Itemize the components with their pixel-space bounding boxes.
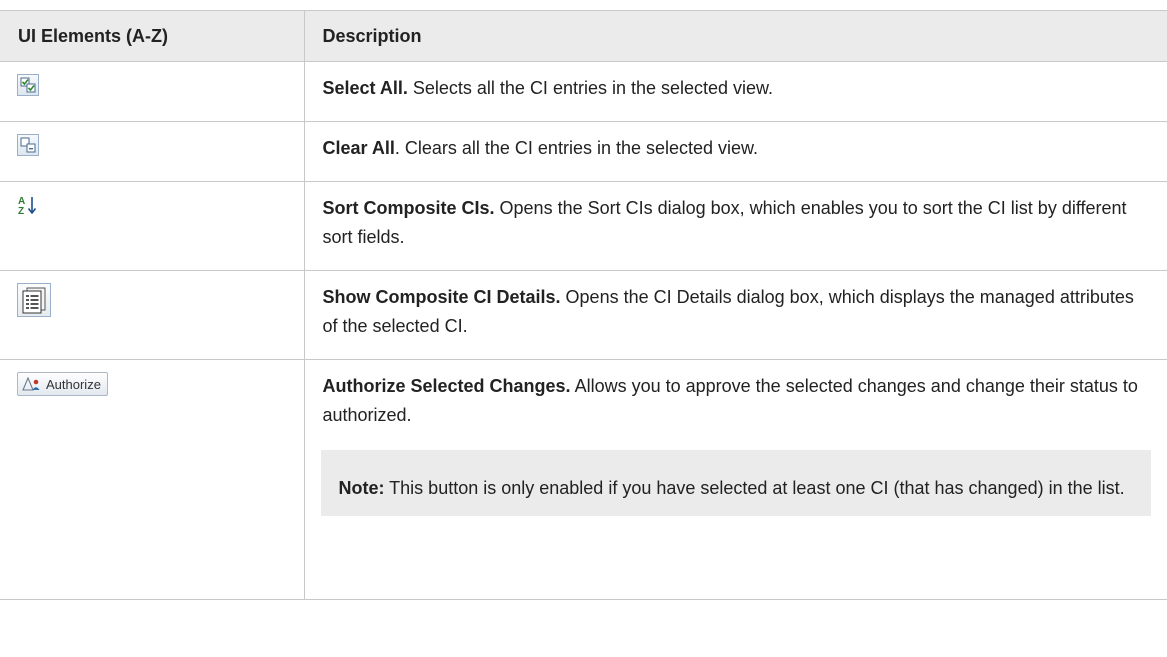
- icon-cell: [0, 61, 305, 122]
- note-text: This button is only enabled if you have …: [384, 478, 1125, 498]
- icon-cell: Authorize: [0, 359, 305, 600]
- description-cell: Authorize Selected Changes. Allows you t…: [303, 359, 1167, 600]
- description-cell: Select All. Selects all the CI entries i…: [303, 61, 1167, 122]
- icon-cell: [0, 270, 305, 360]
- table-header-row: UI Elements (A-Z) Description: [0, 10, 1167, 62]
- table-row: A Z Sort Composite CIs. Opens the Sort C…: [0, 181, 1167, 271]
- note-label: Note:: [338, 478, 385, 498]
- term-label: Sort Composite CIs.: [322, 198, 495, 218]
- term-label: Clear All: [322, 138, 395, 158]
- description-text: . Clears all the CI entries in the selec…: [394, 138, 759, 158]
- sort-az-icon: A Z: [17, 194, 39, 225]
- column-header-ui-elements: UI Elements (A-Z): [0, 10, 305, 62]
- ui-elements-table: UI Elements (A-Z) Description Select All…: [0, 10, 1167, 600]
- column-header-description: Description: [303, 10, 1167, 62]
- authorize-icon: [22, 376, 46, 392]
- icon-cell: A Z: [0, 181, 305, 271]
- authorize-label: Authorize: [46, 376, 101, 392]
- description-text: Selects all the CI entries in the select…: [407, 78, 774, 98]
- term-label: Authorize Selected Changes.: [322, 376, 571, 396]
- term-label: Select All.: [322, 78, 408, 98]
- table-row: Show Composite CI Details. Opens the CI …: [0, 270, 1167, 360]
- description-cell: Sort Composite CIs. Opens the Sort CIs d…: [303, 181, 1167, 271]
- table-row: Select All. Selects all the CI entries i…: [0, 61, 1167, 122]
- table-row: Authorize Authorize Selected Changes. Al…: [0, 359, 1167, 600]
- clear-all-icon: [17, 134, 39, 156]
- table-row: Clear All. Clears all the CI entries in …: [0, 121, 1167, 182]
- icon-cell: [0, 121, 305, 182]
- note-box: Note: This button is only enabled if you…: [320, 450, 1151, 516]
- term-label: Show Composite CI Details.: [322, 287, 561, 307]
- authorize-button-image: Authorize: [17, 372, 108, 396]
- ci-details-icon: [17, 283, 51, 317]
- svg-text:Z: Z: [18, 206, 24, 216]
- select-all-icon: [17, 74, 39, 96]
- description-cell: Show Composite CI Details. Opens the CI …: [303, 270, 1167, 360]
- description-cell: Clear All. Clears all the CI entries in …: [303, 121, 1167, 182]
